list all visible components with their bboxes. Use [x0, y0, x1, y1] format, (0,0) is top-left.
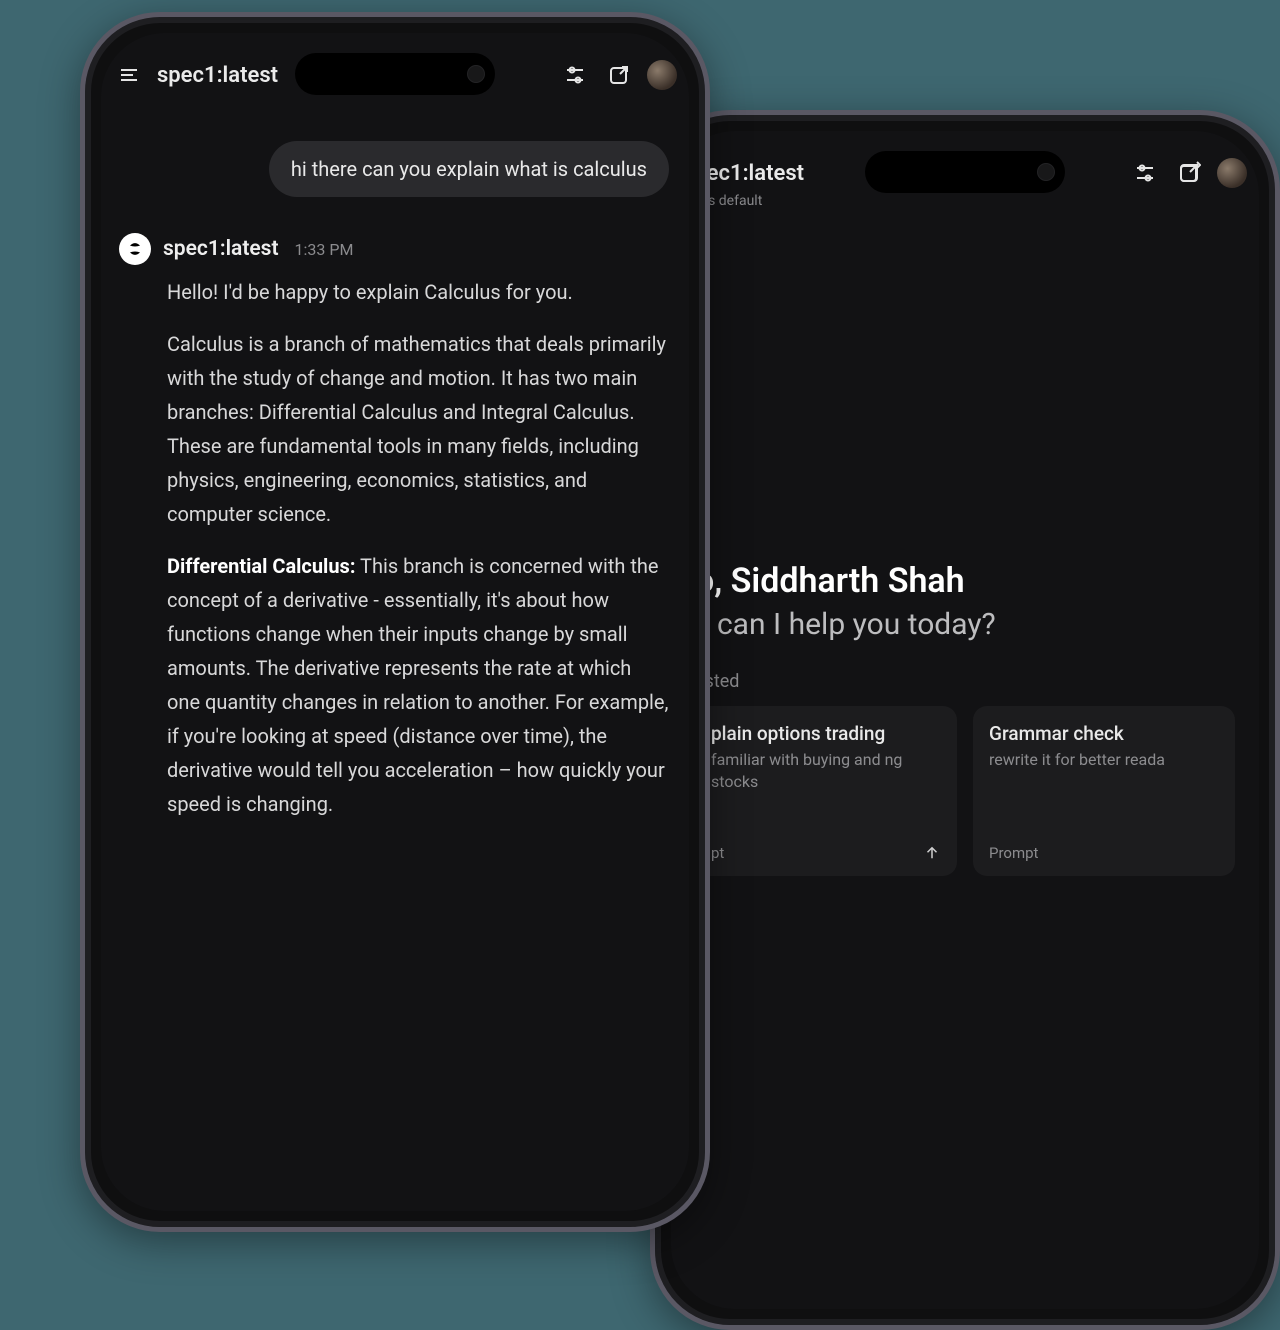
card-footer: pt — [711, 844, 941, 862]
user-avatar[interactable] — [647, 60, 677, 90]
card-subtitle: familiar with buying and ng stocks — [711, 749, 941, 793]
settings-icon[interactable] — [1129, 157, 1161, 189]
assistant-paragraph: Differential Calculus: This branch is co… — [167, 549, 669, 821]
card-title: plain options trading — [711, 722, 941, 745]
suggestion-card[interactable]: Grammar check rewrite it for better read… — [973, 706, 1235, 876]
model-selector[interactable]: spec1:latest — [157, 63, 278, 88]
new-chat-icon[interactable] — [1173, 157, 1205, 189]
user-avatar[interactable] — [1217, 158, 1247, 188]
greeting-title: o, Siddharth Shah — [695, 561, 1235, 601]
card-subtitle: rewrite it for better reada — [989, 749, 1219, 771]
assistant-message: spec1:latest 1:33 PM Hello! I'd be happy… — [119, 233, 669, 839]
arrow-up-icon[interactable] — [923, 844, 941, 862]
card-title: Grammar check — [989, 722, 1219, 745]
user-message-bubble: hi there can you explain what is calculu… — [269, 141, 669, 197]
card-footer-label: Prompt — [989, 844, 1038, 862]
phone-screen: spec1:latest hi there can you explain wh… — [101, 33, 689, 1211]
menu-icon[interactable] — [113, 59, 145, 91]
section-text: This branch is concerned with the concep… — [167, 554, 668, 816]
suggestion-card[interactable]: plain options trading familiar with buyi… — [695, 706, 957, 876]
phone-mockup-1: spec1:latest hi there can you explain wh… — [80, 12, 710, 1232]
greeting: o, Siddharth Shah v can I help you today… — [695, 561, 1235, 642]
volume-down-button — [80, 367, 83, 437]
assistant-avatar-icon — [119, 233, 151, 265]
phone-screen: spec1:latest et as default o, Siddharth … — [671, 131, 1259, 1309]
assistant-body: Hello! I'd be happy to explain Calculus … — [119, 275, 669, 821]
assistant-header: spec1:latest 1:33 PM — [119, 233, 669, 265]
assistant-paragraph: Calculus is a branch of mathematics that… — [167, 327, 669, 531]
assistant-paragraph: Hello! I'd be happy to explain Calculus … — [167, 275, 669, 309]
volume-up-button — [80, 277, 83, 347]
card-footer-label: pt — [711, 844, 724, 862]
settings-icon[interactable] — [559, 59, 591, 91]
power-button — [707, 297, 710, 407]
suggestion-cards: plain options trading familiar with buyi… — [695, 706, 1235, 876]
section-heading: Differential Calculus: — [167, 554, 355, 578]
card-footer: Prompt — [989, 844, 1219, 862]
assistant-name: spec1:latest — [163, 237, 279, 261]
greeting-subtitle: v can I help you today? — [695, 607, 1235, 642]
app-header: spec1:latest — [101, 49, 689, 101]
phone-mockup-2: spec1:latest et as default o, Siddharth … — [650, 110, 1280, 1330]
silent-switch — [80, 207, 83, 247]
new-chat-icon[interactable] — [603, 59, 635, 91]
app-header: spec1:latest — [671, 147, 1259, 199]
message-timestamp: 1:33 PM — [295, 240, 354, 259]
